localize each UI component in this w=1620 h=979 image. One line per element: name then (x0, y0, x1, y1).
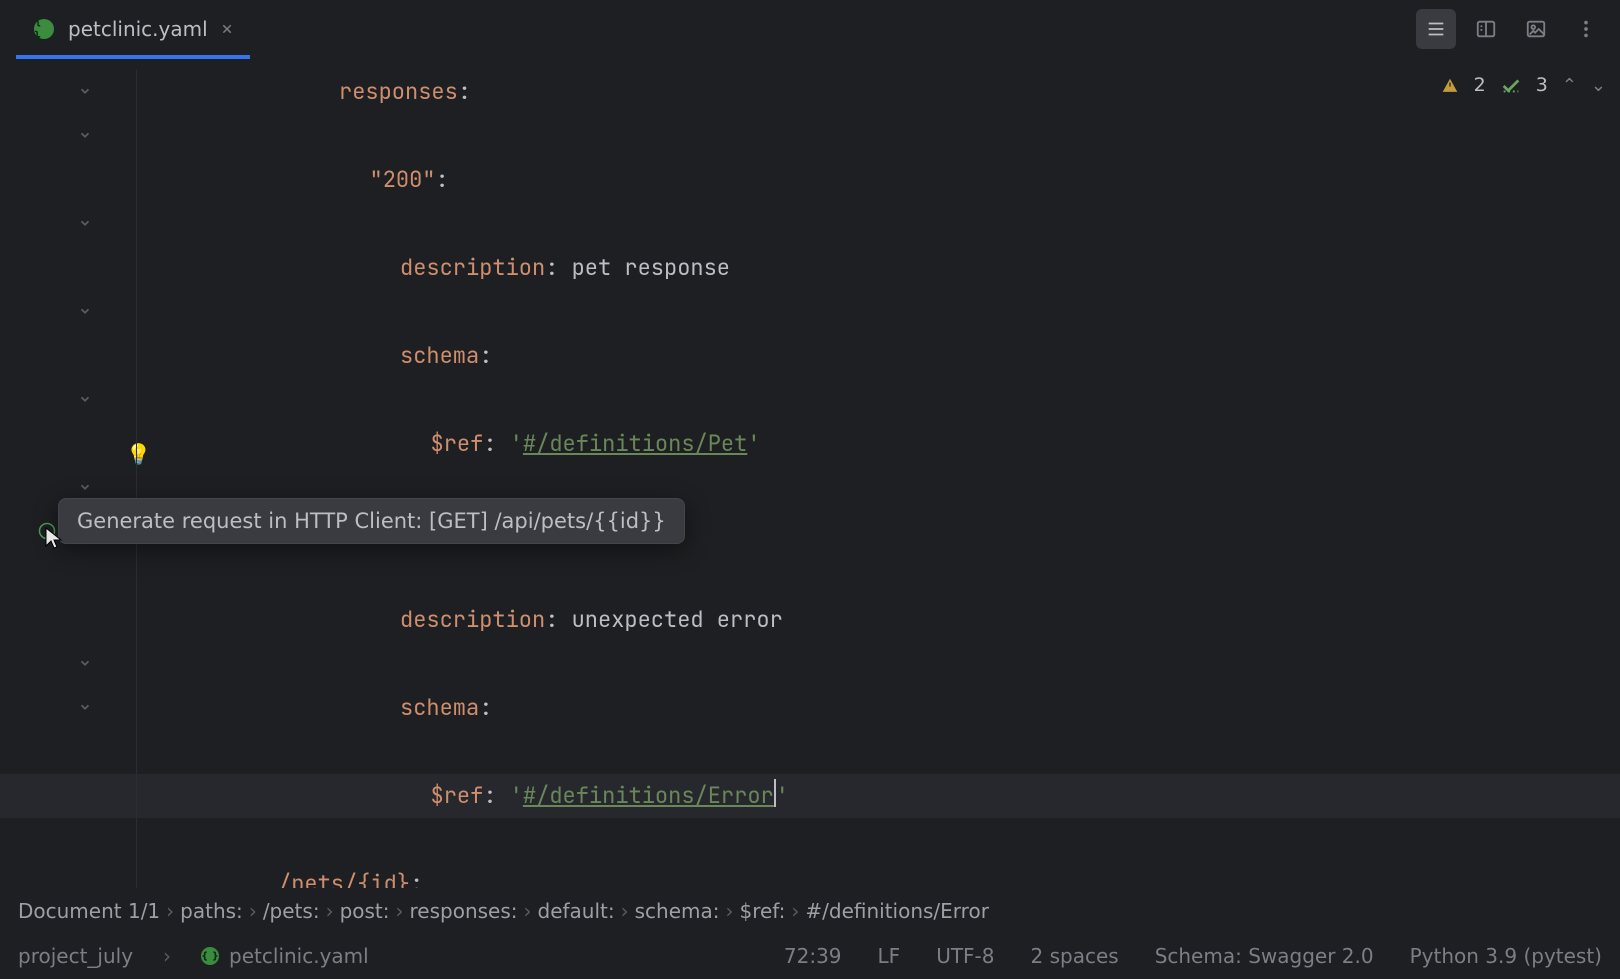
fold-chevron-icon[interactable] (78, 84, 92, 98)
breadcrumb-segment[interactable]: post: (340, 899, 390, 923)
chevron-right-icon: › (524, 899, 532, 923)
chevron-up-icon[interactable]: ⌃ (1562, 75, 1577, 96)
warning-count: 2 (1474, 74, 1486, 96)
chevron-right-icon: › (163, 944, 171, 968)
mouse-cursor-icon (44, 526, 64, 550)
editor-tab-active[interactable]: { } petclinic.yaml ✕ (16, 0, 250, 58)
code-line[interactable]: "200": (156, 158, 1620, 202)
file-type-icon: { } (201, 947, 219, 965)
status-project[interactable]: project_july (18, 944, 133, 968)
tab-filename: petclinic.yaml (68, 17, 208, 41)
code-line[interactable]: description: unexpected error (156, 598, 1620, 642)
fold-chevron-icon[interactable] (78, 304, 92, 318)
status-bar: project_july › { } petclinic.yaml 72:39 … (0, 933, 1620, 979)
status-line-separator[interactable]: LF (878, 944, 901, 968)
breadcrumb-segment[interactable]: schema: (635, 899, 720, 923)
status-filename[interactable]: { } petclinic.yaml (201, 944, 369, 968)
status-indent[interactable]: 2 spaces (1031, 944, 1119, 968)
breadcrumbs-bar[interactable]: Document 1/1›paths:›/pets:›post:›respons… (0, 888, 1620, 933)
breadcrumb-segment[interactable]: $ref: (739, 899, 785, 923)
chevron-right-icon: › (725, 899, 733, 923)
fold-chevron-icon[interactable] (78, 480, 92, 494)
breadcrumb-segment[interactable]: #/definitions/Error (805, 899, 989, 923)
editor-gutter: 💡 (0, 70, 156, 889)
breadcrumb-segment[interactable]: Document 1/1 (18, 899, 160, 923)
more-actions-button[interactable] (1566, 9, 1606, 49)
chevron-down-icon[interactable]: ⌄ (1591, 75, 1606, 96)
fold-chevron-icon[interactable] (78, 216, 92, 230)
view-mode-split-button[interactable] (1466, 9, 1506, 49)
current-line-highlight (0, 774, 1620, 818)
warning-icon (1440, 75, 1460, 95)
view-mode-text-button[interactable] (1416, 9, 1456, 49)
chevron-right-icon: › (326, 899, 334, 923)
tabbar-right-controls (1416, 0, 1620, 58)
fold-chevron-icon[interactable] (78, 128, 92, 142)
status-interpreter[interactable]: Python 3.9 (pytest) (1410, 944, 1602, 968)
gutter-action-tooltip: Generate request in HTTP Client: [GET] /… (58, 498, 685, 544)
intention-bulb-icon[interactable]: 💡 (126, 432, 151, 476)
chevron-right-icon: › (396, 899, 404, 923)
editor-tabbar: { } petclinic.yaml ✕ (0, 0, 1620, 59)
inspection-widget[interactable]: 2 3 ⌃ ⌄ (1440, 74, 1606, 96)
chevron-right-icon: › (166, 899, 174, 923)
editor-surface[interactable]: 💡 responses: "200": description: pet respo… (0, 70, 1620, 889)
chevron-right-icon: › (249, 899, 257, 923)
breadcrumb-segment[interactable]: /pets: (263, 899, 320, 923)
breadcrumb-segment[interactable]: responses: (410, 899, 518, 923)
code-line[interactable]: /pets/{id}: (156, 862, 1620, 889)
status-caret-position[interactable]: 72:39 (784, 944, 842, 968)
weak-warning-icon (1500, 74, 1522, 96)
weak-warning-count: 3 (1536, 74, 1548, 96)
chevron-right-icon: › (621, 899, 629, 923)
active-tab-underline (16, 55, 250, 59)
code-line[interactable]: $ref: '#/definitions/Error' (156, 774, 1620, 818)
status-encoding[interactable]: UTF-8 (936, 944, 994, 968)
breadcrumb-segment[interactable]: paths: (180, 899, 243, 923)
file-type-icon: { } (34, 19, 54, 39)
code-line[interactable]: schema: (156, 686, 1620, 730)
code-line[interactable]: responses: (156, 70, 1620, 114)
status-schema[interactable]: Schema: Swagger 2.0 (1155, 944, 1374, 968)
chevron-right-icon: › (791, 899, 799, 923)
breadcrumb-segment[interactable]: default: (538, 899, 615, 923)
fold-chevron-icon[interactable] (78, 656, 92, 670)
close-icon[interactable]: ✕ (222, 18, 233, 41)
code-line[interactable]: $ref: '#/definitions/Pet' (156, 422, 1620, 466)
fold-chevron-icon[interactable] (78, 392, 92, 406)
view-mode-preview-button[interactable] (1516, 9, 1556, 49)
code-line[interactable]: schema: (156, 334, 1620, 378)
fold-chevron-icon[interactable] (78, 700, 92, 714)
tooltip-text: Generate request in HTTP Client: [GET] /… (77, 509, 666, 533)
editor-code-column[interactable]: responses: "200": description: pet respons… (156, 70, 1620, 889)
code-line[interactable]: description: pet response (156, 246, 1620, 290)
